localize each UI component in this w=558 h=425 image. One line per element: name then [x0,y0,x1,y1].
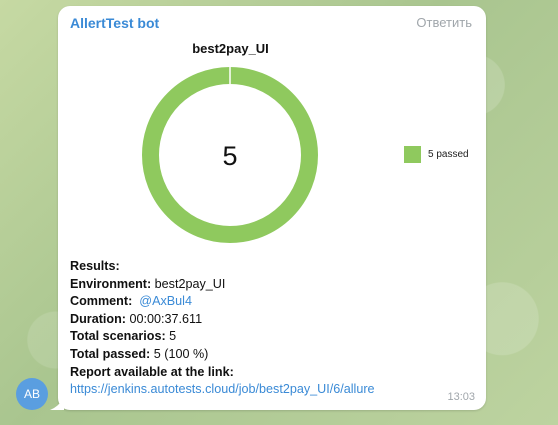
chart-title: best2pay_UI [192,41,269,56]
donut-chart: 5 [142,67,318,243]
report-link[interactable]: https://jenkins.autotests.cloud/job/best… [70,382,375,396]
duration-line: Duration: 00:00:37.611 [70,311,203,326]
legend-label-passed: 5 passed [428,149,469,160]
bubble-tail [50,398,64,410]
scenarios-line: Total scenarios: 5 [70,329,177,344]
duration-value: 00:00:37.611 [129,311,203,326]
environment-value: best2pay_UI [154,276,226,291]
reply-button[interactable]: Ответить [416,15,472,30]
passed-line: Total passed: 5 (100 %) [70,346,209,361]
message-bubble: AllertTest bot Ответить best2pay_UI 5 5 … [58,6,486,410]
scenarios-value: 5 [169,329,177,344]
chart-legend: 5 passed [404,146,469,163]
legend-swatch-passed [404,146,421,163]
comment-line: Comment: @AxBul4 [70,294,192,309]
report-text: Results: Environment: best2pay_UI Commen… [70,258,470,399]
passed-value: 5 (100 %) [153,346,209,361]
avatar[interactable]: AB [16,378,48,410]
sender-name[interactable]: AllertTest bot [70,15,159,31]
environment-line: Environment: best2pay_UI [70,276,226,291]
message-time: 13:03 [447,391,475,403]
link-label-line: Report available at the link: [70,364,234,379]
donut-center-label: 5 [222,141,237,171]
comment-mention-link[interactable]: @AxBul4 [139,294,192,308]
results-heading: Results: [70,259,120,273]
